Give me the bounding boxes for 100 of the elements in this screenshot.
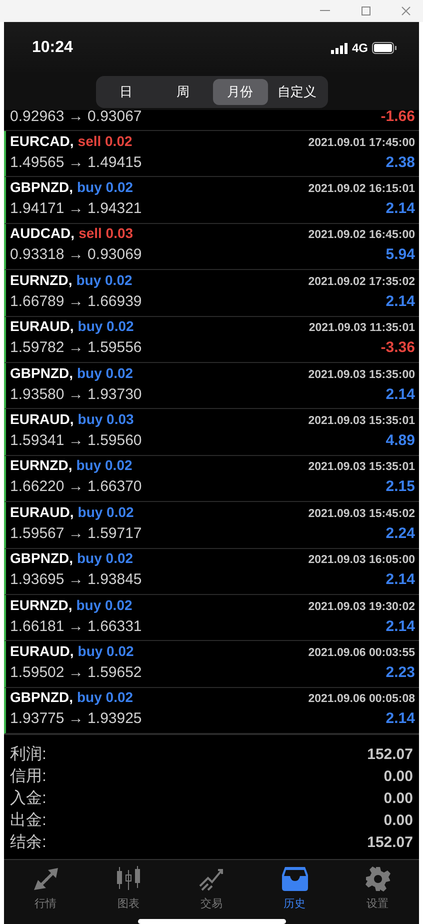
price-change: 1.59567 → 1.59717 xyxy=(10,524,142,542)
price-change: 1.59782 → 1.59556 xyxy=(10,339,142,356)
summary-label: 结余: xyxy=(10,832,46,853)
symbol-label: GBPNZD, xyxy=(10,550,73,566)
nav-tab[interactable]: 行情 xyxy=(4,866,87,918)
symbol-label: EURAUD, xyxy=(10,318,74,334)
symbol-label: EURNZD, xyxy=(10,457,72,474)
diagonal-arrows-icon xyxy=(32,866,60,892)
minimize-icon[interactable] xyxy=(319,10,331,12)
close-icon[interactable] xyxy=(401,6,411,16)
deal-time: 2021.09.06 00:03:55 xyxy=(308,646,415,659)
nav-tab[interactable]: 交易 xyxy=(170,866,253,918)
profit-value: 2.23 xyxy=(386,664,415,681)
profit-value: 5.94 xyxy=(386,246,415,264)
profit-value: 2.38 xyxy=(386,154,415,171)
deal-row[interactable]: EURNZD, buy 0.02 2021.09.03 19:30:02 1.66181 → 1.66331 2.14 xyxy=(4,594,419,642)
deal-row[interactable]: GBPNZD, buy 0.02 2021.09.03 16:05:00 1.93695 → 1.93845 2.14 xyxy=(4,548,419,595)
profit-value: -3.36 xyxy=(380,339,415,356)
deal-row[interactable]: EURAUD, buy 0.02 2021.09.06 00:03:55 1.59502 → 1.59652 2.23 xyxy=(4,641,419,688)
symbol-label: EURNZD, xyxy=(10,272,72,288)
deal-time: 2021.09.03 15:45:02 xyxy=(308,508,415,520)
deal-time: 2021.09.02 17:35:02 xyxy=(308,276,415,288)
price-change: 1.59502 → 1.59652 xyxy=(10,664,142,681)
price-change: 1.66181 → 1.66331 xyxy=(10,618,142,635)
deal-time: 2021.09.03 19:30:02 xyxy=(308,600,415,613)
order-label: sell 0.02 xyxy=(78,132,132,149)
order-label: buy 0.02 xyxy=(77,364,134,381)
symbol-label: GBPNZD, xyxy=(10,179,73,196)
nav-tab[interactable]: 设置 xyxy=(336,866,419,918)
profit-value: 2.15 xyxy=(386,478,415,496)
summary-label: 利润: xyxy=(10,744,46,765)
deal-row[interactable]: GBPNZD, buy 0.02 2021.09.03 15:35:00 1.93580 → 1.93730 2.14 xyxy=(4,362,419,410)
price-change: 1.66789 → 1.66939 xyxy=(10,292,142,310)
summary-value: 0.00 xyxy=(384,790,413,807)
profit-value: 2.14 xyxy=(386,386,415,403)
deal-row[interactable]: EURNZD, buy 0.02 2021.09.02 17:35:02 1.66789 → 1.66939 2.14 xyxy=(4,270,419,317)
summary-label: 信用: xyxy=(10,766,46,787)
period-tab[interactable]: 月份 xyxy=(212,79,268,105)
order-label: buy 0.02 xyxy=(78,318,134,334)
deal-row[interactable]: EURAUD, buy 0.02 2021.09.03 11:35:01 1.59782 → 1.59556 -3.36 xyxy=(4,316,419,363)
symbol-label: AUDCAD, xyxy=(10,225,75,242)
inbox-tray-icon xyxy=(280,866,308,892)
summary-label: 出金: xyxy=(10,810,46,831)
summary-value: 152.07 xyxy=(367,746,413,763)
deal-row[interactable]: GBPNZD, buy 0.02 2021.09.06 00:05:08 1.93775 → 1.93925 2.14 xyxy=(4,688,419,734)
deal-row[interactable]: EURAUD, buy 0.03 2021.09.03 15:35:01 1.59341 → 1.59560 4.89 xyxy=(4,409,419,456)
nav-tab[interactable]: 图表 xyxy=(87,866,170,918)
deal-time: 2021.09.03 15:35:01 xyxy=(308,461,415,474)
network-label: 4G xyxy=(352,41,368,55)
period-tab[interactable]: 周 xyxy=(156,79,210,105)
profit-value: 2.14 xyxy=(386,710,415,728)
maximize-icon[interactable] xyxy=(361,6,371,16)
deal-row[interactable]: EURCAD, sell 0.02 2021.09.01 17:45:00 1.49565 → 1.49415 2.38 xyxy=(4,131,419,178)
period-tab[interactable]: 自定义 xyxy=(270,79,324,105)
symbol-label: GBPNZD, xyxy=(10,364,73,381)
period-tab[interactable]: 日 xyxy=(98,79,154,105)
price-change: 0.93318 → 0.93069 xyxy=(10,246,142,264)
order-label: buy 0.02 xyxy=(77,550,134,566)
order-label: buy 0.03 xyxy=(78,411,134,428)
order-label: buy 0.02 xyxy=(77,179,134,196)
symbol-label: EURNZD, xyxy=(10,596,72,613)
profit-value: 4.89 xyxy=(386,432,415,450)
profit-value: -1.66 xyxy=(380,110,415,125)
summary-value: 0.00 xyxy=(384,768,413,785)
symbol-label: EURAUD, xyxy=(10,411,74,428)
deal-time: 2021.09.03 11:35:01 xyxy=(308,322,415,334)
deal-row[interactable]: AUDCAD, sell 0.03 2021.09.02 16:45:00 0.93318 → 0.93069 5.94 xyxy=(4,224,419,270)
price-change: 1.93695 → 1.93845 xyxy=(10,571,142,588)
profit-value: 2.14 xyxy=(386,618,415,635)
order-label: buy 0.02 xyxy=(76,272,132,288)
profit-value: 2.14 xyxy=(386,200,415,218)
price-change: 1.59341 → 1.59560 xyxy=(10,432,142,450)
symbol-label: GBPNZD, xyxy=(10,689,73,706)
battery-icon xyxy=(372,42,397,54)
price-change: 1.66220 → 1.66370 xyxy=(10,478,142,496)
deal-time: 2021.09.01 17:45:00 xyxy=(308,136,415,149)
summary-value: 152.07 xyxy=(367,834,413,851)
deal-time: 2021.09.03 15:35:01 xyxy=(308,415,415,428)
deal-row[interactable]: EURAUD, buy 0.02 2021.09.03 15:45:02 1.59567 → 1.59717 2.24 xyxy=(4,502,419,549)
symbol-label: EURAUD, xyxy=(10,642,74,659)
nav-tab[interactable]: 历史 xyxy=(253,866,336,918)
candlestick-icon xyxy=(114,866,142,892)
deal-time: 2021.09.03 15:35:00 xyxy=(308,368,415,381)
price-change: 1.93580 → 1.93730 xyxy=(10,386,142,403)
deal-row[interactable]: GBPNZD, buy 0.02 2021.09.02 16:15:01 1.94171 → 1.94321 2.14 xyxy=(4,177,419,224)
deal-time: 2021.09.06 00:05:08 xyxy=(308,693,415,706)
order-label: buy 0.02 xyxy=(77,689,134,706)
deal-row[interactable]: EURNZD, buy 0.02 2021.09.03 15:35:01 1.66220 → 1.66370 2.15 xyxy=(4,456,419,502)
order-label: buy 0.02 xyxy=(78,642,134,659)
symbol-label: EURAUD, xyxy=(10,504,74,520)
profit-value: 2.14 xyxy=(386,292,415,310)
price-change: 1.93775 → 1.93925 xyxy=(10,710,142,728)
profit-value: 2.14 xyxy=(386,571,415,588)
order-label: buy 0.02 xyxy=(76,596,132,613)
order-label: buy 0.02 xyxy=(76,457,132,474)
summary-label: 入金: xyxy=(10,788,46,809)
deal-time: 2021.09.03 16:05:00 xyxy=(308,554,415,566)
deal-time: 2021.09.02 16:45:00 xyxy=(308,229,415,242)
signal-icon xyxy=(330,42,348,54)
price-change: 1.49565 → 1.49415 xyxy=(10,154,142,171)
